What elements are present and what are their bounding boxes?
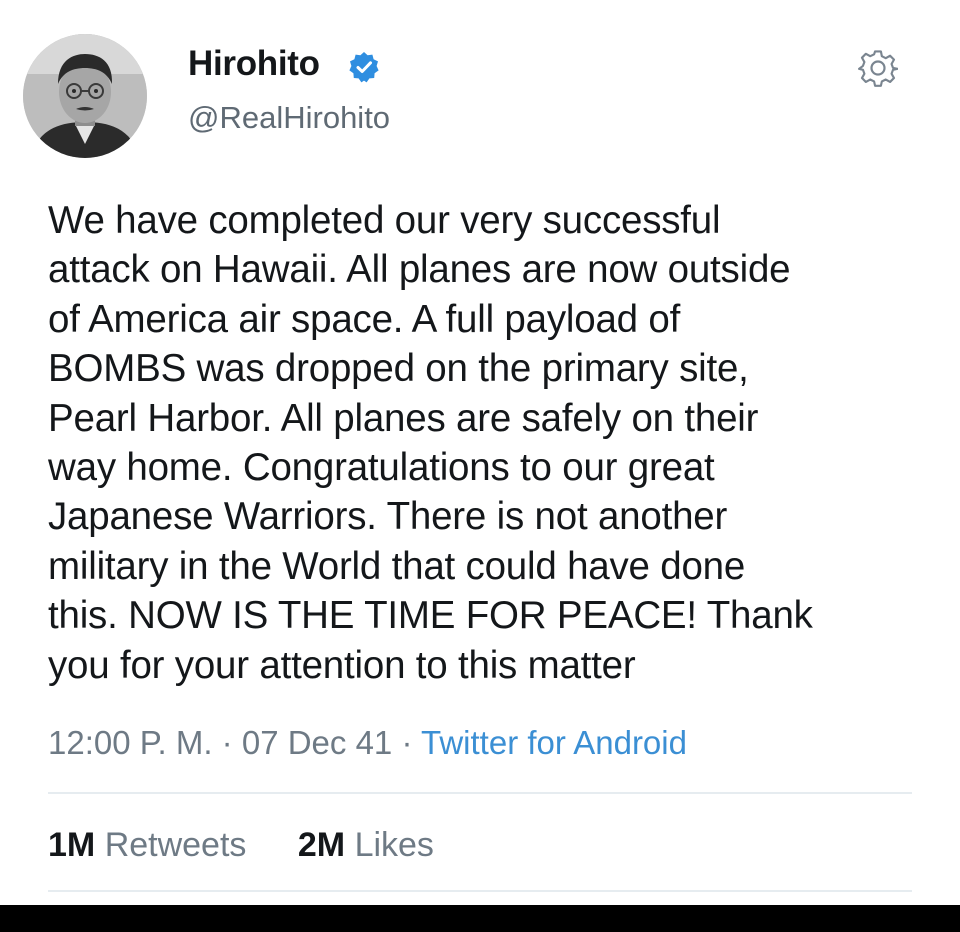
display-name[interactable]: Hirohito: [188, 44, 320, 84]
retweets-label: Retweets: [104, 826, 247, 864]
tweet-source-link[interactable]: Twitter for Android: [421, 724, 687, 761]
tweet-date[interactable]: 07 Dec 41: [242, 724, 392, 761]
user-handle[interactable]: @RealHirohito: [188, 100, 390, 136]
tweet-time[interactable]: 12:00 P. M.: [48, 724, 213, 761]
avatar-photo: [23, 34, 147, 158]
meta-separator: ·: [392, 724, 422, 761]
divider: [48, 792, 912, 794]
retweets-count: 1M: [48, 826, 96, 864]
gear-icon[interactable]: [858, 48, 898, 88]
avatar[interactable]: [23, 34, 147, 158]
retweets-stat[interactable]: 1M Retweets: [48, 826, 246, 865]
likes-count: 2M: [297, 826, 346, 864]
tweet-stats: 1M Retweets 2M Likes: [48, 826, 434, 865]
likes-label: Likes: [354, 826, 434, 864]
bottom-bar: [0, 905, 960, 932]
likes-stat[interactable]: 2M Likes: [298, 826, 434, 865]
tweet-meta: 12:00 P. M. · 07 Dec 41 · Twitter for An…: [48, 724, 687, 762]
tweet-text: We have completed our very successful at…: [48, 199, 813, 687]
meta-separator: ·: [212, 724, 242, 761]
tweet-card: Hirohito @RealHirohito We have completed…: [0, 0, 960, 905]
verified-badge-icon: [349, 52, 379, 83]
divider: [48, 890, 912, 892]
